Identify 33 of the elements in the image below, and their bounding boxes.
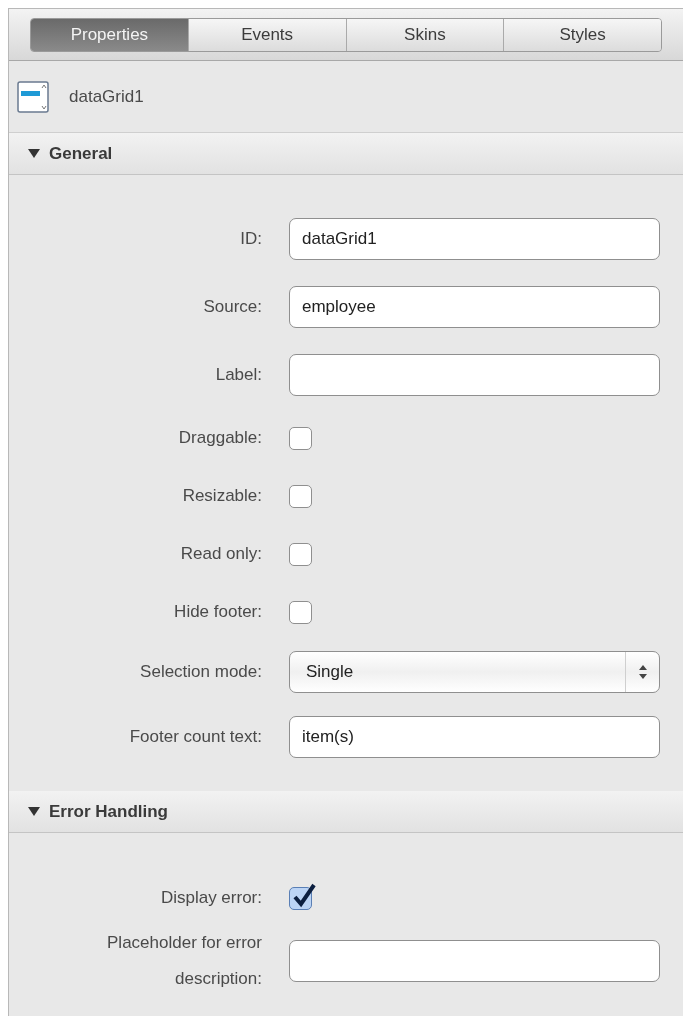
- section-header[interactable]: General: [9, 133, 683, 175]
- component-name: dataGrid1: [69, 85, 144, 108]
- checkbox[interactable]: [289, 426, 312, 450]
- field-label: Label:: [214, 364, 262, 386]
- input-field[interactable]: dataGrid1: [289, 218, 660, 260]
- field-label: Footer count text:: [128, 726, 262, 748]
- field-label: ID:: [239, 228, 262, 250]
- input-field[interactable]: employee: [289, 286, 660, 328]
- field-label: Read only:: [179, 543, 262, 565]
- checkbox[interactable]: [289, 484, 312, 508]
- section-header[interactable]: Error Handling: [9, 791, 683, 833]
- field-label: Hide footer:: [173, 601, 262, 623]
- input-field[interactable]: item(s): [289, 716, 660, 758]
- disclosure-triangle-icon: [27, 148, 41, 159]
- field-label: Placeholder for error description:: [106, 932, 262, 990]
- tab[interactable]: Styles: [504, 18, 661, 51]
- tab[interactable]: Events: [188, 18, 347, 51]
- input-field[interactable]: [289, 354, 660, 396]
- checkbox[interactable]: [289, 600, 312, 624]
- tab[interactable]: Skins: [346, 18, 505, 51]
- field-label: Resizable:: [181, 485, 262, 507]
- select-dropdown[interactable]: Single: [289, 651, 660, 693]
- tab[interactable]: Properties: [31, 18, 189, 51]
- up-down-arrows-icon: [637, 664, 648, 680]
- input-field[interactable]: [289, 940, 660, 982]
- data-grid-icon: [17, 80, 49, 113]
- disclosure-triangle-icon: [27, 806, 41, 817]
- field-label: Display error:: [159, 887, 262, 909]
- checkbox[interactable]: [289, 542, 312, 566]
- field-label: Source:: [202, 296, 262, 318]
- field-label: Selection mode:: [139, 661, 262, 683]
- checkmark-icon: [292, 881, 316, 908]
- field-label: Draggable:: [177, 427, 262, 449]
